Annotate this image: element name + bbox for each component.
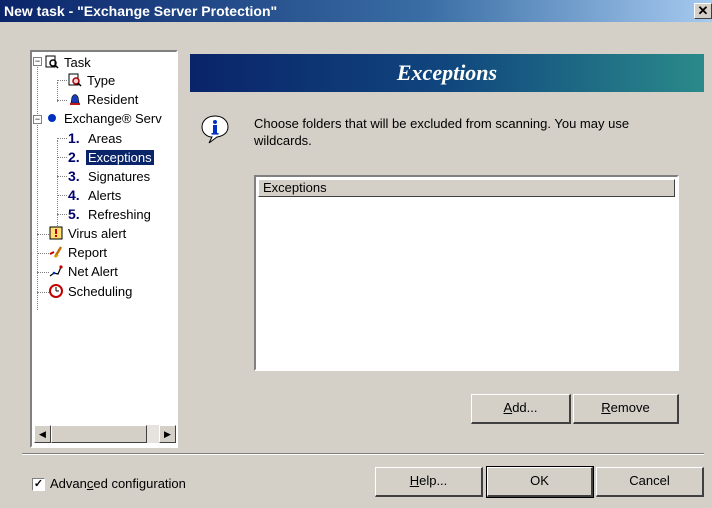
help-button-label: elp...	[419, 473, 448, 488]
tree-item-type[interactable]: Type	[68, 72, 117, 90]
advanced-configuration-checkbox[interactable]: ✓	[32, 478, 45, 491]
scroll-left-icon: ◀	[39, 429, 46, 439]
scroll-left-button[interactable]: ◀	[34, 425, 51, 443]
tree-line	[37, 234, 49, 235]
separator	[22, 453, 704, 455]
advanced-configuration-label[interactable]: Advanced configuration	[50, 476, 186, 491]
tree-item-alerts[interactable]: 4. Alerts	[68, 186, 123, 204]
settings-tree[interactable]: − − Task Type Resident Exchange® Serv 1.…	[30, 50, 178, 448]
add-button-mnemonic: A	[503, 400, 513, 415]
tree-item-areas[interactable]: 1. Areas	[68, 129, 124, 147]
remove-button-label: emove	[610, 400, 650, 415]
description-text: Choose folders that will be excluded fro…	[254, 116, 630, 148]
exceptions-column-header[interactable]: Exceptions	[258, 179, 675, 197]
bell-icon	[70, 94, 80, 105]
tree-line	[57, 100, 67, 101]
tree-line	[57, 138, 67, 139]
network-icon	[49, 265, 63, 277]
section-banner: Exceptions	[190, 54, 704, 92]
label-part: Advan	[50, 476, 87, 491]
section-title: Exceptions	[396, 60, 498, 85]
step-number: 3.	[68, 168, 80, 184]
blue-dot-icon	[48, 114, 56, 122]
tree-line	[57, 176, 67, 177]
tree-item-task[interactable]: Task	[45, 54, 93, 72]
remove-button-mnemonic: R	[601, 400, 611, 415]
tree-item-label: Net Alert	[68, 264, 118, 279]
tree-item-label: Areas	[88, 131, 122, 146]
tree-item-scheduling[interactable]: Scheduling	[49, 283, 134, 301]
close-icon: ✕	[697, 3, 709, 18]
tree-line	[57, 140, 58, 230]
exceptions-list[interactable]: Exceptions	[254, 175, 679, 371]
tree-horizontal-scrollbar[interactable]: ◀ ▶	[34, 425, 176, 443]
ok-button[interactable]: OK	[486, 466, 594, 498]
scroll-right-icon: ▶	[164, 429, 171, 439]
step-number: 4.	[68, 187, 80, 203]
scroll-right-button[interactable]: ▶	[159, 425, 176, 443]
tree-item-exceptions[interactable]: 2. Exceptions	[68, 148, 155, 166]
tree-item-exchange-server[interactable]: Exchange® Serv	[45, 110, 164, 128]
report-icon	[49, 246, 63, 258]
tree-collapse-toggle[interactable]: −	[33, 57, 42, 66]
scroll-thumb[interactable]	[51, 425, 147, 443]
tree-line	[57, 82, 58, 102]
ok-button-label: OK	[530, 473, 549, 488]
help-button-mnemonic: H	[409, 473, 420, 488]
tree-item-label: Resident	[87, 92, 139, 107]
tree-item-refreshing[interactable]: 5. Refreshing	[68, 205, 153, 223]
tree-line	[57, 195, 67, 196]
tree-item-label: Refreshing	[88, 207, 151, 222]
tree-line	[37, 253, 49, 254]
tree-item-label: Type	[87, 73, 116, 88]
close-button[interactable]: ✕	[694, 3, 712, 19]
window-title: New task - "Exchange Server Protection"	[4, 3, 278, 19]
info-icon	[201, 115, 229, 144]
tree-item-label: Task	[64, 55, 91, 70]
tree-collapse-toggle[interactable]: −	[33, 115, 42, 124]
tree-item-label: Report	[68, 245, 108, 260]
step-number: 2.	[68, 149, 80, 165]
clock-icon	[49, 284, 63, 298]
alert-icon	[49, 226, 63, 240]
tree-item-label: Scheduling	[68, 284, 133, 299]
tree-line	[57, 214, 67, 215]
tree-item-net-alert[interactable]: Net Alert	[49, 263, 120, 281]
cancel-button[interactable]: Cancel	[596, 467, 704, 497]
tree-line	[57, 157, 67, 158]
tree-line	[37, 272, 49, 273]
add-button[interactable]: Add...	[471, 394, 571, 424]
remove-button[interactable]: Remove	[573, 394, 679, 424]
step-number: 1.	[68, 130, 80, 146]
magnifier-document-icon	[68, 73, 82, 87]
tree-item-report[interactable]: Report	[49, 244, 109, 262]
tree-line	[57, 80, 67, 81]
tree-item-resident[interactable]: Resident	[68, 91, 140, 109]
cancel-button-label: Cancel	[629, 473, 670, 488]
tree-line	[37, 64, 38, 310]
tree-item-label: Virus alert	[68, 226, 127, 241]
magnifier-document-icon	[45, 55, 59, 69]
label-part: ed configuration	[93, 476, 186, 491]
tree-item-label: Exceptions	[85, 149, 155, 166]
step-number: 5.	[68, 206, 80, 222]
tree-item-label: Exchange® Serv	[64, 111, 162, 126]
tree-item-virus-alert[interactable]: Virus alert	[49, 225, 128, 243]
add-button-label: dd...	[512, 400, 538, 415]
tree-item-label: Signatures	[88, 169, 151, 184]
tree-item-signatures[interactable]: 3. Signatures	[68, 167, 152, 185]
tree-line	[37, 292, 49, 293]
help-button[interactable]: Help...	[375, 467, 483, 497]
tree-item-label: Alerts	[88, 188, 122, 203]
